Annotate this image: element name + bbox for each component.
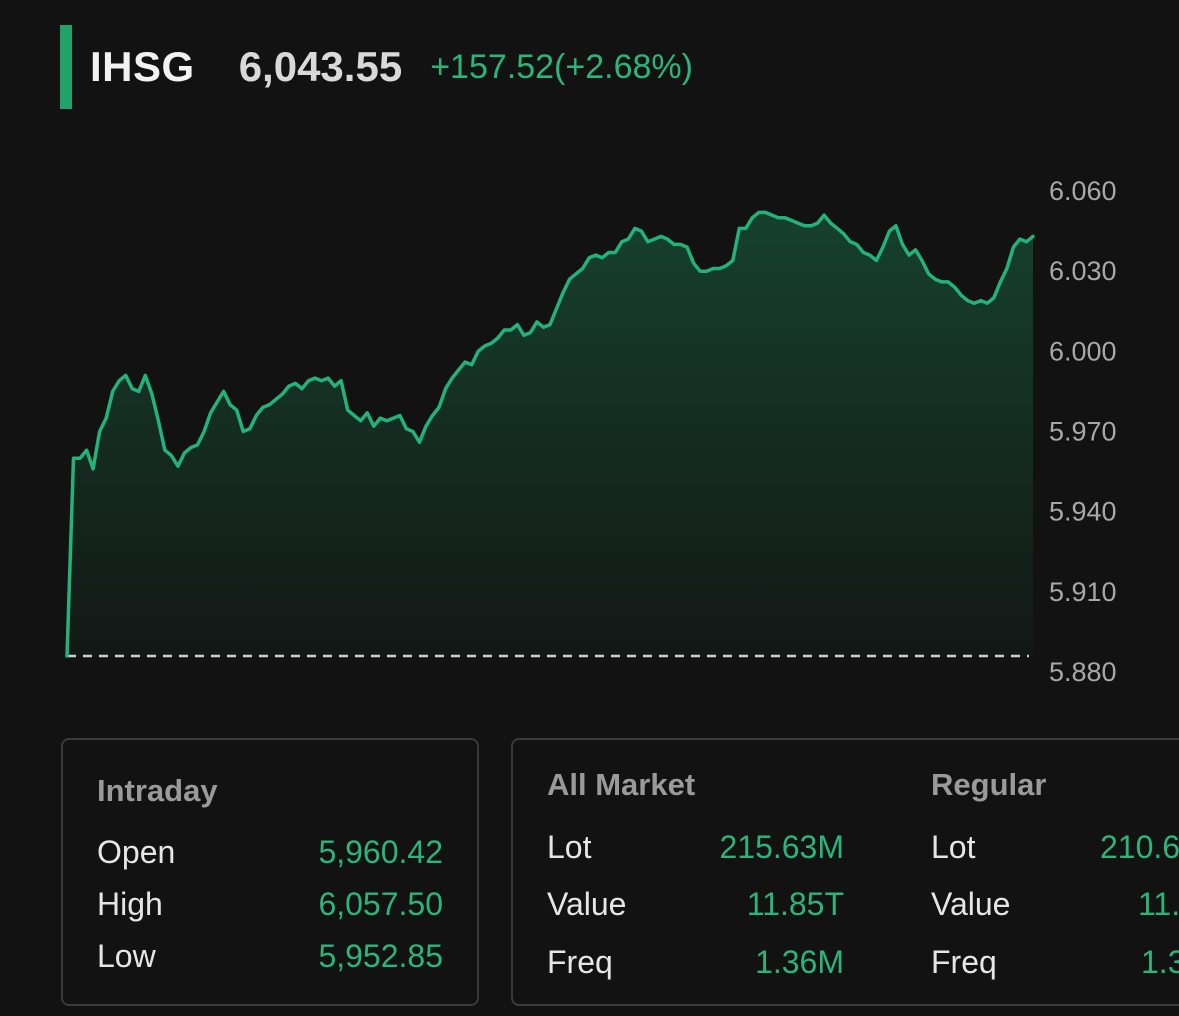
all-market-value-value: 11.85T xyxy=(746,886,844,922)
all-market-freq-label: Freq xyxy=(547,944,613,980)
regular-title: Regular xyxy=(931,767,1047,802)
regular-lot-label: Lot xyxy=(931,829,976,865)
regular-freq-value: 1.3 xyxy=(1141,944,1179,980)
y-tick-label: 5.910 xyxy=(1049,577,1117,607)
y-tick-label: 6.030 xyxy=(1049,256,1117,286)
all-market-value-label: Value xyxy=(547,886,627,922)
open-label: Open xyxy=(97,834,176,870)
open-value: 5,960.42 xyxy=(318,834,443,870)
regular-lot-value: 210.6 xyxy=(1100,829,1179,865)
y-tick-label: 5.940 xyxy=(1049,497,1117,527)
price-area-fill xyxy=(67,212,1033,656)
all-market-title: All Market xyxy=(547,767,696,802)
intraday-price-chart[interactable]: 6.060 6.030 6.000 5.970 5.940 5.910 5.880 xyxy=(0,160,1179,700)
y-tick-label: 5.970 xyxy=(1049,417,1117,447)
regular-freq-label: Freq xyxy=(931,944,997,980)
high-value: 6,057.50 xyxy=(318,886,443,922)
low-value: 5,952.85 xyxy=(318,938,443,974)
regular-value-label: Value xyxy=(931,886,1011,922)
all-market-lot-label: Lot xyxy=(547,829,592,865)
y-axis-ticks: 6.060 6.030 6.000 5.970 5.940 5.910 5.880 xyxy=(1049,176,1117,687)
y-tick-label: 5.880 xyxy=(1049,657,1117,687)
all-market-lot-value: 215.63M xyxy=(719,829,844,865)
accent-bar xyxy=(60,25,72,109)
market-stats-panel[interactable]: All Market Lot 215.63M Value 11.85T Freq… xyxy=(511,738,1179,1006)
index-header: IHSG 6,043.55 +157.52(+2.68%) xyxy=(60,25,693,109)
y-tick-label: 6.000 xyxy=(1049,336,1117,366)
regular-value-value: 11.3 xyxy=(1138,886,1179,922)
high-label: High xyxy=(97,886,163,922)
y-tick-label: 6.060 xyxy=(1049,176,1117,206)
index-ticker: IHSG xyxy=(90,43,195,90)
all-market-freq-value: 1.36M xyxy=(755,944,844,980)
price-change: +157.52(+2.68%) xyxy=(430,47,693,86)
index-price: 6,043.55 xyxy=(238,43,403,90)
intraday-title: Intraday xyxy=(97,773,218,808)
low-label: Low xyxy=(97,938,156,974)
intraday-panel: Intraday Open 5,960.42 High 6,057.50 Low… xyxy=(61,738,479,1006)
